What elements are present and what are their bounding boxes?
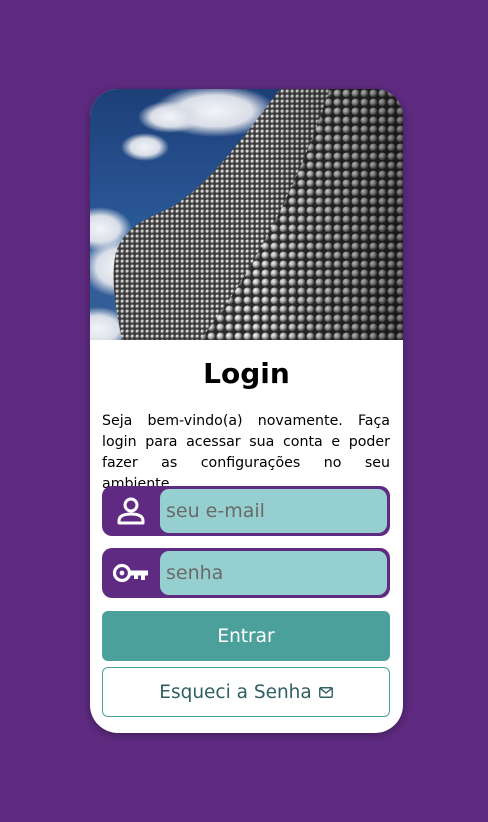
password-field-group (102, 548, 390, 598)
envelope-icon (318, 686, 333, 698)
forgot-password-label: Esqueci a Senha (159, 681, 312, 703)
email-field-group (102, 486, 390, 536)
key-icon (102, 548, 160, 598)
hero-image (90, 89, 403, 340)
email-input[interactable] (160, 489, 387, 533)
welcome-message: Seja bem-vindo(a) novamente. Faça login … (102, 413, 390, 492)
login-button[interactable]: Entrar (102, 611, 390, 661)
page-title: Login (203, 357, 290, 390)
password-input[interactable] (160, 551, 387, 595)
user-icon (102, 486, 160, 536)
login-card: Login Seja bem-vindo(a) novamente. Faça … (90, 89, 403, 733)
forgot-password-button[interactable]: Esqueci a Senha (102, 667, 390, 717)
